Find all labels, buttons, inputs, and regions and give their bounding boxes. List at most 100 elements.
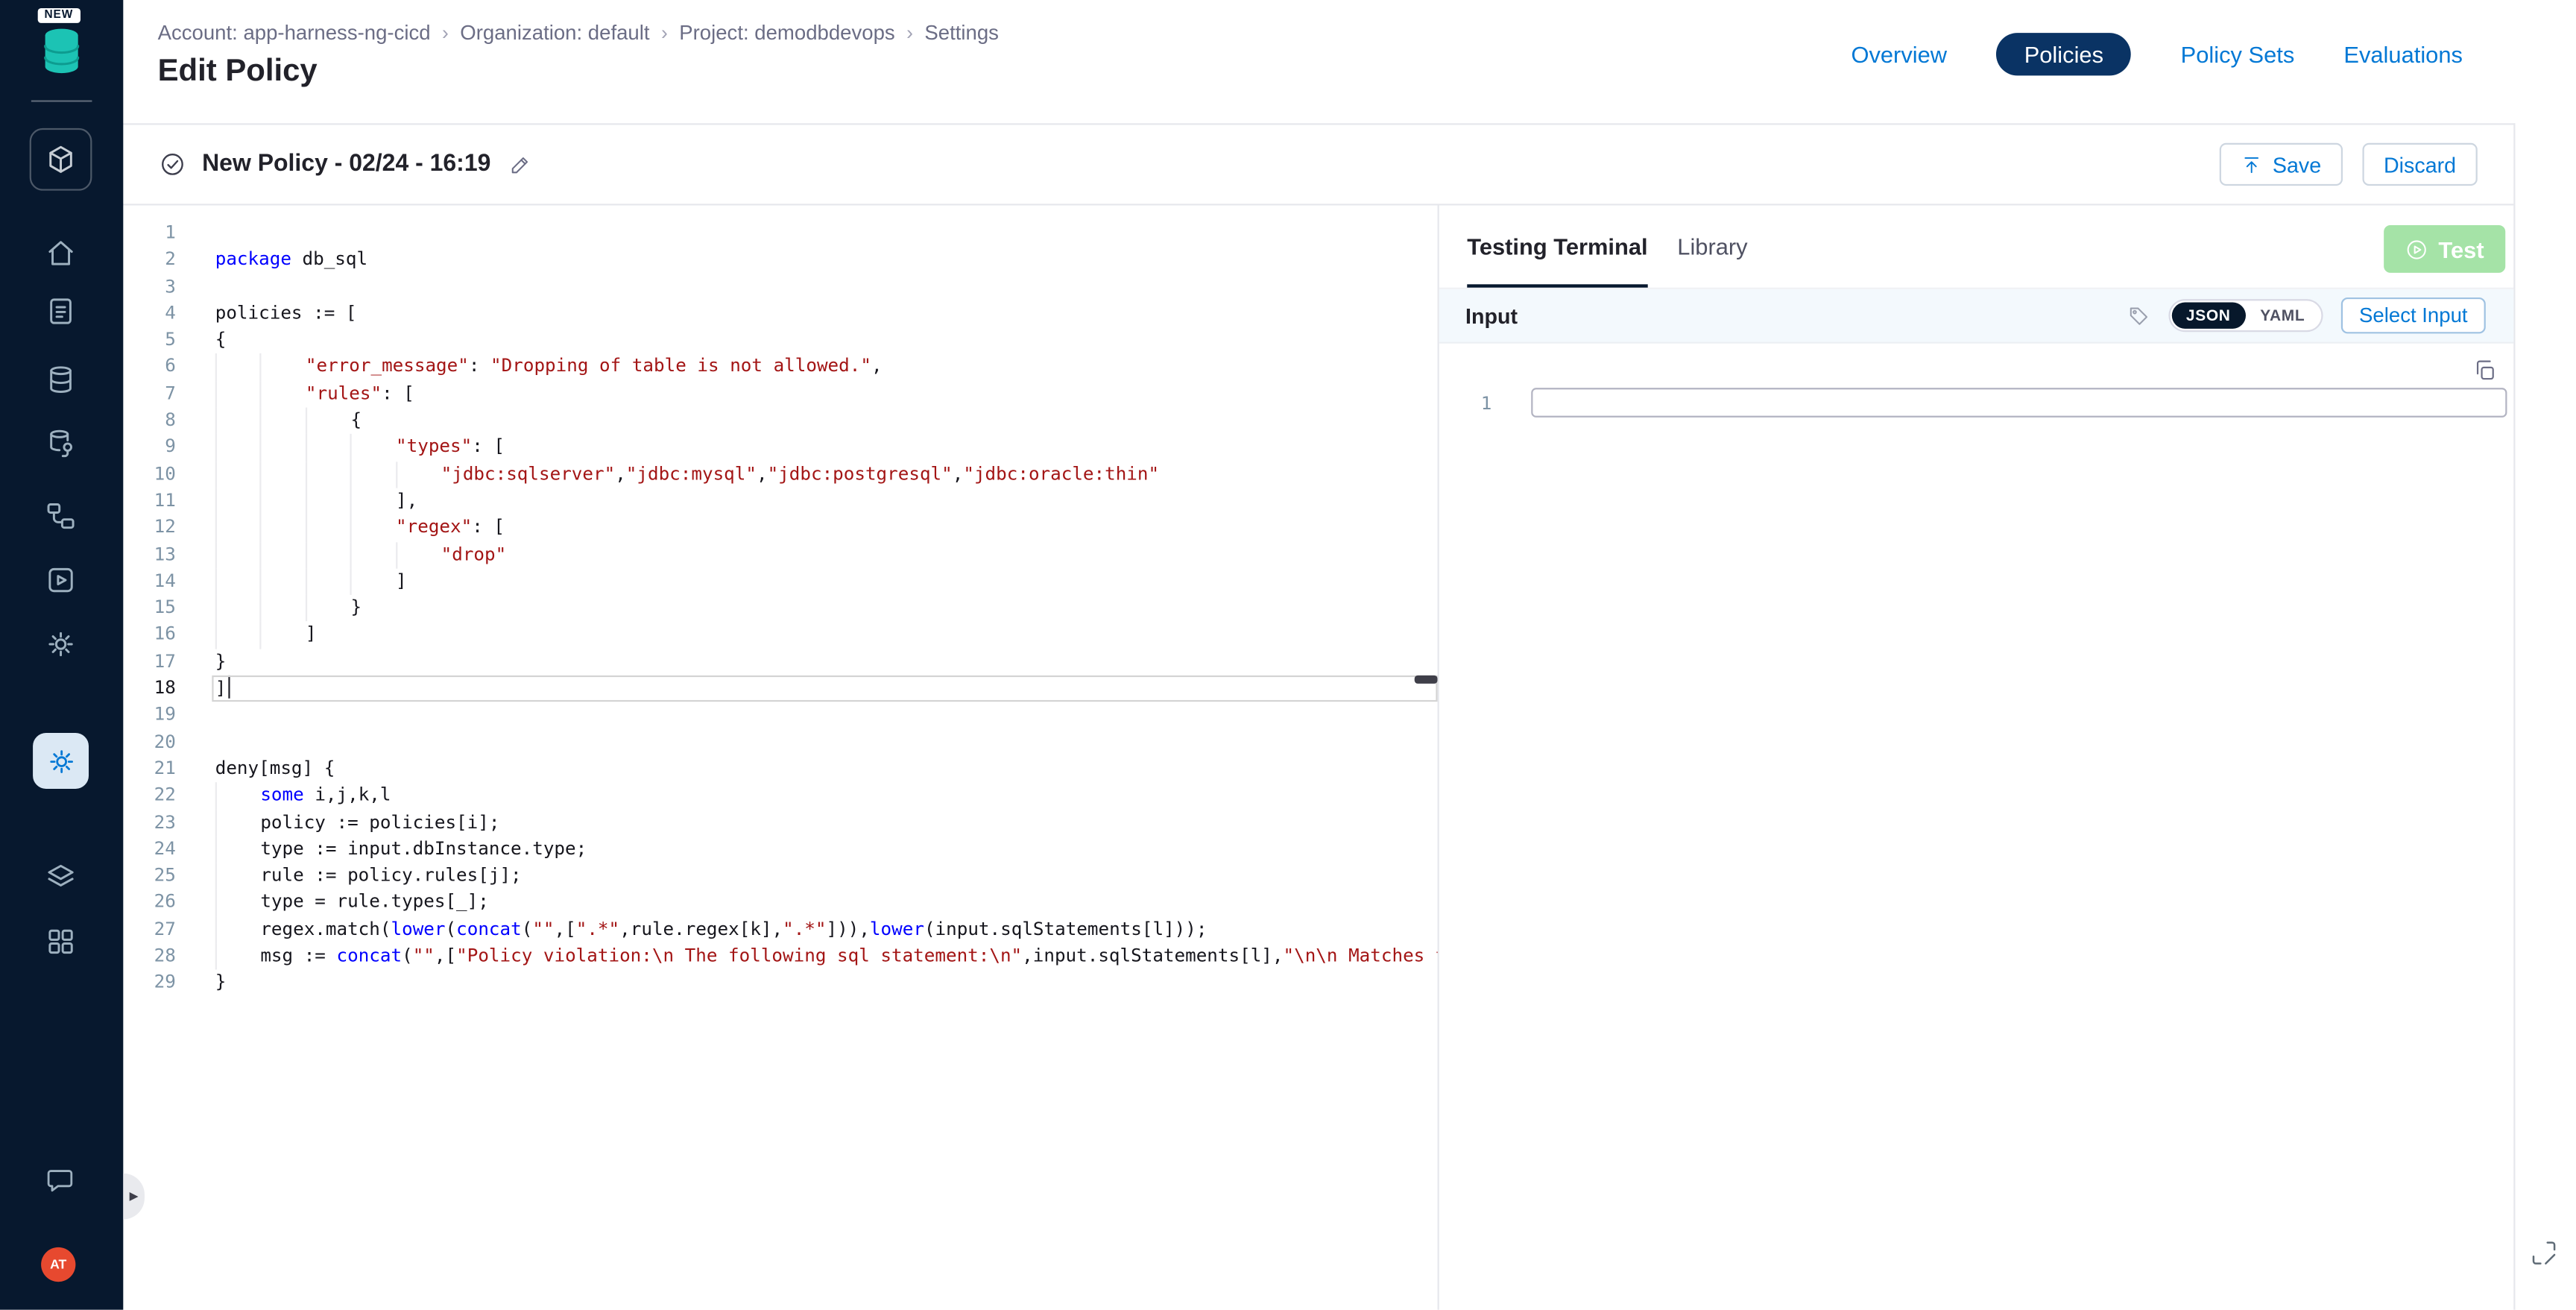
- database-icon[interactable]: [45, 363, 78, 396]
- code-line-content: regex.match(lower(concat("",[".*",rule.r…: [215, 916, 1208, 943]
- code-line[interactable]: 16]: [123, 622, 1437, 649]
- code-line[interactable]: 20: [123, 729, 1437, 756]
- tag-icon[interactable]: [2127, 304, 2150, 327]
- code-token: ,rule.regex[k],: [619, 918, 783, 939]
- settings-gear-icon[interactable]: [45, 628, 78, 661]
- app-window: NEW AT ▶ Account: app-harness-ng-cicd›Or…: [0, 0, 2576, 1310]
- tab-testing-terminal[interactable]: Testing Terminal: [1452, 206, 1662, 288]
- test-label: Test: [2438, 236, 2484, 262]
- line-number: 10: [123, 462, 176, 488]
- top-nav-policies[interactable]: Policies: [1996, 33, 2131, 75]
- indent-guide: [215, 462, 261, 488]
- indent-guide: [306, 488, 351, 515]
- code-line-content: type := input.dbInstance.type;: [215, 837, 587, 863]
- breadcrumb-item[interactable]: Account: app-harness-ng-cicd: [158, 22, 431, 45]
- copy-icon[interactable]: [2472, 358, 2497, 382]
- code-line[interactable]: 8{: [123, 408, 1437, 435]
- apps-grid-icon[interactable]: [45, 925, 78, 958]
- chat-icon[interactable]: [45, 1165, 76, 1197]
- database-schema-icon[interactable]: [45, 427, 78, 460]
- module-cube-icon[interactable]: [30, 128, 92, 191]
- line-number: 1: [1439, 392, 1492, 414]
- code-line[interactable]: 3: [123, 274, 1437, 300]
- code-line[interactable]: 27 regex.match(lower(concat("",[".*",rule…: [123, 916, 1437, 943]
- code-line[interactable]: 9"types": [: [123, 435, 1437, 462]
- code-token: : [: [472, 436, 505, 458]
- indent-guide: [215, 943, 261, 970]
- indent-guide: [306, 435, 351, 462]
- code-line[interactable]: 29}: [123, 970, 1437, 997]
- top-nav-evaluations[interactable]: Evaluations: [2343, 41, 2463, 67]
- breadcrumb-item[interactable]: Organization: default: [460, 22, 649, 45]
- select-input-button[interactable]: Select Input: [2341, 297, 2486, 333]
- code-line[interactable]: 18]: [123, 676, 1437, 702]
- code-line[interactable]: 11],: [123, 488, 1437, 515]
- discard-button[interactable]: Discard: [2362, 143, 2477, 186]
- indent-guide: [306, 568, 351, 595]
- top-nav-overview[interactable]: Overview: [1851, 41, 1947, 67]
- code-line[interactable]: 21deny[msg] {: [123, 756, 1437, 783]
- input-editor[interactable]: 1: [1439, 344, 2513, 418]
- pipelines-icon[interactable]: [45, 500, 78, 532]
- format-option-json[interactable]: JSON: [2171, 303, 2245, 329]
- code-line[interactable]: 12"regex": [: [123, 514, 1437, 541]
- code-line[interactable]: 10"jdbc:sqlserver","jdbc:mysql","jdbc:po…: [123, 462, 1437, 488]
- sidebar: NEW AT: [0, 0, 123, 1310]
- code-token: "rules": [306, 382, 382, 404]
- code-line[interactable]: 23policy := policies[i];: [123, 810, 1437, 837]
- code-line[interactable]: 13"drop": [123, 541, 1437, 568]
- edit-pencil-icon[interactable]: [509, 153, 532, 176]
- audit-trail-icon[interactable]: [45, 295, 78, 327]
- line-number: 12: [123, 514, 176, 541]
- code-line[interactable]: 24type := input.dbInstance.type;: [123, 837, 1437, 863]
- format-option-yaml[interactable]: YAML: [2245, 303, 2320, 329]
- code-line[interactable]: 19: [123, 702, 1437, 729]
- line-number: 1: [123, 220, 176, 247]
- code-editor[interactable]: 12package db_sql34policies := [5{6"error…: [123, 206, 1439, 1310]
- indent-guide: [215, 916, 261, 943]
- tab-library[interactable]: Library: [1662, 206, 1762, 288]
- test-button[interactable]: Test: [2384, 225, 2506, 273]
- indent-guide: [215, 783, 261, 810]
- code-line-content: }: [215, 595, 362, 622]
- code-line[interactable]: 7"rules": [: [123, 381, 1437, 408]
- line-number: 4: [123, 300, 176, 327]
- main-area: Account: app-harness-ng-cicd›Organizatio…: [123, 0, 2576, 1310]
- code-line[interactable]: 2package db_sql: [123, 247, 1437, 274]
- code-line[interactable]: 5{: [123, 327, 1437, 354]
- input-section-bar: Input JSONYAML Select Input: [1439, 289, 2513, 344]
- code-line[interactable]: 1: [123, 220, 1437, 247]
- home-icon[interactable]: [45, 236, 78, 269]
- code-token: (input.sqlStatements[l]));: [924, 918, 1208, 939]
- save-button[interactable]: Save: [2220, 143, 2343, 186]
- top-nav-policy-sets[interactable]: Policy Sets: [2181, 41, 2295, 67]
- executions-icon[interactable]: [45, 564, 78, 596]
- settings-gear-active-icon[interactable]: [33, 733, 89, 789]
- code-line-content: policy := policies[i];: [215, 810, 500, 837]
- format-toggle: JSONYAML: [2168, 299, 2323, 332]
- code-token: ,: [615, 463, 626, 485]
- input-value-box[interactable]: [1531, 388, 2507, 418]
- indent-guide: [350, 568, 396, 595]
- code-line[interactable]: 14]: [123, 568, 1437, 595]
- code-line[interactable]: 4policies := [: [123, 300, 1437, 327]
- indent-guide: [260, 514, 306, 541]
- code-line[interactable]: 28msg := concat("",["Policy violation:\n…: [123, 943, 1437, 970]
- code-line[interactable]: 17}: [123, 649, 1437, 676]
- user-avatar[interactable]: AT: [41, 1247, 75, 1282]
- code-line[interactable]: 25rule := policy.rules[j];: [123, 863, 1437, 889]
- plugins-icon[interactable]: [45, 861, 78, 894]
- harness-module-logo-icon[interactable]: [40, 26, 84, 75]
- code-line[interactable]: 6"error_message": "Dropping of table is …: [123, 354, 1437, 381]
- breadcrumb-item[interactable]: Project: demodbdevops: [679, 22, 894, 45]
- code-line[interactable]: 15}: [123, 595, 1437, 622]
- indent-guide: [260, 435, 306, 462]
- line-number: 22: [123, 783, 176, 810]
- resize-widget-icon[interactable]: [2530, 1239, 2557, 1267]
- code-token: "": [413, 945, 435, 966]
- code-line[interactable]: 22some i,j,k,l: [123, 783, 1437, 810]
- line-number: 27: [123, 916, 176, 943]
- input-section-label: Input: [1465, 303, 1518, 328]
- breadcrumb-item[interactable]: Settings: [924, 22, 999, 45]
- code-line[interactable]: 26type = rule.types[_];: [123, 889, 1437, 916]
